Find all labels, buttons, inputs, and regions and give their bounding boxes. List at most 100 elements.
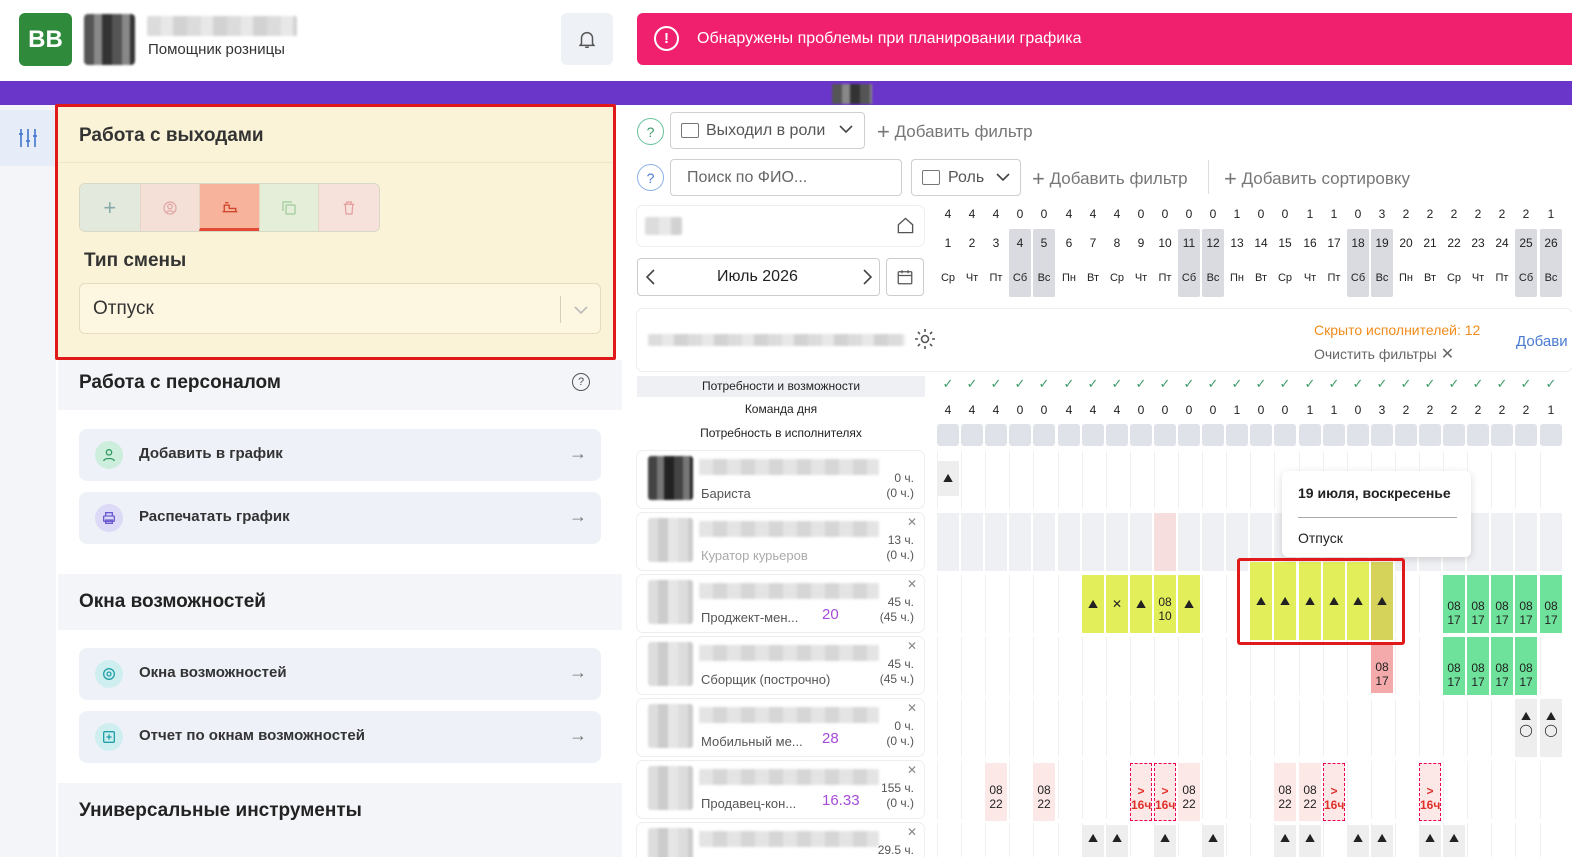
schedule-cell[interactable] xyxy=(1058,637,1080,695)
day-off-cell[interactable]: ⛰ xyxy=(1106,825,1128,857)
shift-cell[interactable]: 08 17 xyxy=(1467,637,1489,695)
schedule-cell[interactable] xyxy=(1540,513,1562,571)
chevron-right-icon[interactable] xyxy=(863,269,872,285)
schedule-cell[interactable] xyxy=(1395,823,1417,857)
schedule-cell[interactable] xyxy=(1323,637,1345,695)
schedule-cell[interactable] xyxy=(1202,637,1224,695)
schedule-cell[interactable] xyxy=(1395,761,1417,819)
schedule-cell[interactable] xyxy=(937,699,959,757)
gear-icon[interactable] xyxy=(913,327,937,351)
need-cell[interactable] xyxy=(1371,424,1393,446)
shift-cell[interactable]: ✕ xyxy=(1106,575,1128,633)
sliders-icon[interactable] xyxy=(0,110,56,166)
schedule-cell[interactable] xyxy=(1467,699,1489,757)
need-cell[interactable] xyxy=(1106,424,1128,446)
add-link[interactable]: Добави xyxy=(1516,333,1568,350)
schedule-cell[interactable] xyxy=(1082,699,1104,757)
day-off-cell[interactable]: ⛰ ◯ xyxy=(1540,699,1562,757)
schedule-cell[interactable] xyxy=(1443,761,1465,819)
day-off-cell[interactable]: ⛰ xyxy=(1154,825,1176,857)
schedule-cell[interactable] xyxy=(1130,699,1152,757)
help-icon[interactable]: ? xyxy=(572,373,590,391)
role-dropdown[interactable]: Роль xyxy=(911,159,1021,196)
add-sort-button[interactable]: + Добавить сортировку xyxy=(1224,166,1410,192)
schedule-cell[interactable] xyxy=(961,513,983,571)
need-cell[interactable] xyxy=(1274,424,1296,446)
help-circle-green-icon[interactable]: ? xyxy=(637,118,664,145)
employee-card[interactable]: Мобильный ме... 28 0 ч. (0 ч.) ✕ xyxy=(637,699,924,756)
schedule-cell[interactable] xyxy=(1178,637,1200,695)
need-cell[interactable] xyxy=(1033,424,1055,446)
day-off-cell[interactable]: ⛰ xyxy=(1371,825,1393,857)
schedule-cell[interactable] xyxy=(1347,637,1369,695)
need-cell[interactable] xyxy=(1130,424,1152,446)
shift-cell[interactable]: 08 22 xyxy=(1178,763,1200,821)
shift-cell[interactable]: 08 17 xyxy=(1371,645,1393,693)
late-shift-cell[interactable]: > 16ч xyxy=(1130,763,1152,821)
day-off-cell[interactable]: ⛰ xyxy=(1299,825,1321,857)
schedule-cell[interactable] xyxy=(1178,699,1200,757)
schedule-cell[interactable] xyxy=(1033,699,1055,757)
help-circle-blue-icon[interactable]: ? xyxy=(637,164,664,191)
schedule-cell[interactable] xyxy=(1250,699,1272,757)
employee-card[interactable]: Бариста 0 ч. (0 ч.) xyxy=(637,451,924,508)
schedule-cell[interactable] xyxy=(1033,451,1055,509)
need-cell[interactable] xyxy=(1419,424,1441,446)
schedule-cell[interactable] xyxy=(1491,451,1513,509)
schedule-cell[interactable] xyxy=(1106,451,1128,509)
schedule-cell[interactable] xyxy=(1226,823,1248,857)
shift-cell[interactable]: 08 17 xyxy=(1491,637,1513,695)
store-selector[interactable] xyxy=(637,206,924,246)
schedule-cell[interactable] xyxy=(1347,699,1369,757)
schedule-cell[interactable] xyxy=(1323,823,1345,857)
schedule-cell[interactable] xyxy=(1202,699,1224,757)
schedule-cell[interactable] xyxy=(1419,699,1441,757)
schedule-cell[interactable] xyxy=(1395,637,1417,695)
remove-icon[interactable]: ✕ xyxy=(907,515,917,529)
need-cell[interactable] xyxy=(1178,424,1200,446)
schedule-cell[interactable] xyxy=(1178,451,1200,509)
need-cell[interactable] xyxy=(1250,424,1272,446)
schedule-cell[interactable] xyxy=(1033,823,1055,857)
schedule-cell[interactable] xyxy=(1009,575,1031,633)
day-off-cell[interactable]: ⛰ xyxy=(1419,825,1441,857)
schedule-cell[interactable] xyxy=(937,761,959,819)
add-to-schedule-button[interactable]: Добавить в график → xyxy=(79,429,601,481)
schedule-cell[interactable] xyxy=(961,761,983,819)
shift-cell[interactable]: 08 22 xyxy=(1033,763,1055,821)
schedule-cell[interactable] xyxy=(1009,761,1031,819)
need-cell[interactable] xyxy=(961,424,983,446)
schedule-cell[interactable] xyxy=(1106,699,1128,757)
schedule-cell[interactable] xyxy=(1154,637,1176,695)
schedule-cell[interactable] xyxy=(1515,761,1537,819)
day-off-cell[interactable]: ⛰ xyxy=(1082,825,1104,857)
need-cell[interactable] xyxy=(1347,424,1369,446)
store-avatar[interactable] xyxy=(84,14,135,65)
schedule-cell[interactable] xyxy=(1009,699,1031,757)
need-cell[interactable] xyxy=(1540,424,1562,446)
day-off-cell[interactable]: ⛰ xyxy=(1347,825,1369,857)
schedule-cell[interactable] xyxy=(961,575,983,633)
day-off-cell[interactable]: ⛰ xyxy=(1202,825,1224,857)
schedule-cell[interactable] xyxy=(985,637,1007,695)
schedule-cell[interactable] xyxy=(1130,451,1152,509)
schedule-cell[interactable] xyxy=(1154,699,1176,757)
employee-card[interactable]: Сборщик (построчно) 45 ч. (45 ч.) ✕ xyxy=(637,637,924,694)
need-cell[interactable] xyxy=(1058,424,1080,446)
schedule-cell[interactable] xyxy=(961,823,983,857)
schedule-cell[interactable] xyxy=(985,451,1007,509)
schedule-cell[interactable] xyxy=(1515,823,1537,857)
schedule-cell[interactable] xyxy=(1371,699,1393,757)
shift-cell[interactable]: ⛰ xyxy=(1082,575,1104,633)
clear-filters-button[interactable]: Очистить фильтры ✕ xyxy=(1314,344,1454,364)
shift-cell[interactable]: ⛰ xyxy=(1130,575,1152,633)
need-cell[interactable] xyxy=(1226,424,1248,446)
schedule-cell[interactable] xyxy=(1202,575,1224,633)
day-off-cell[interactable]: ⛰ ◯ xyxy=(1515,699,1537,757)
schedule-cell[interactable] xyxy=(1491,699,1513,757)
windows-report-button[interactable]: Отчет по окнам возможностей → xyxy=(79,711,601,763)
schedule-cell[interactable] xyxy=(1202,513,1224,571)
schedule-cell[interactable] xyxy=(1009,513,1031,571)
schedule-cell[interactable] xyxy=(1033,575,1055,633)
need-cell[interactable] xyxy=(1467,424,1489,446)
